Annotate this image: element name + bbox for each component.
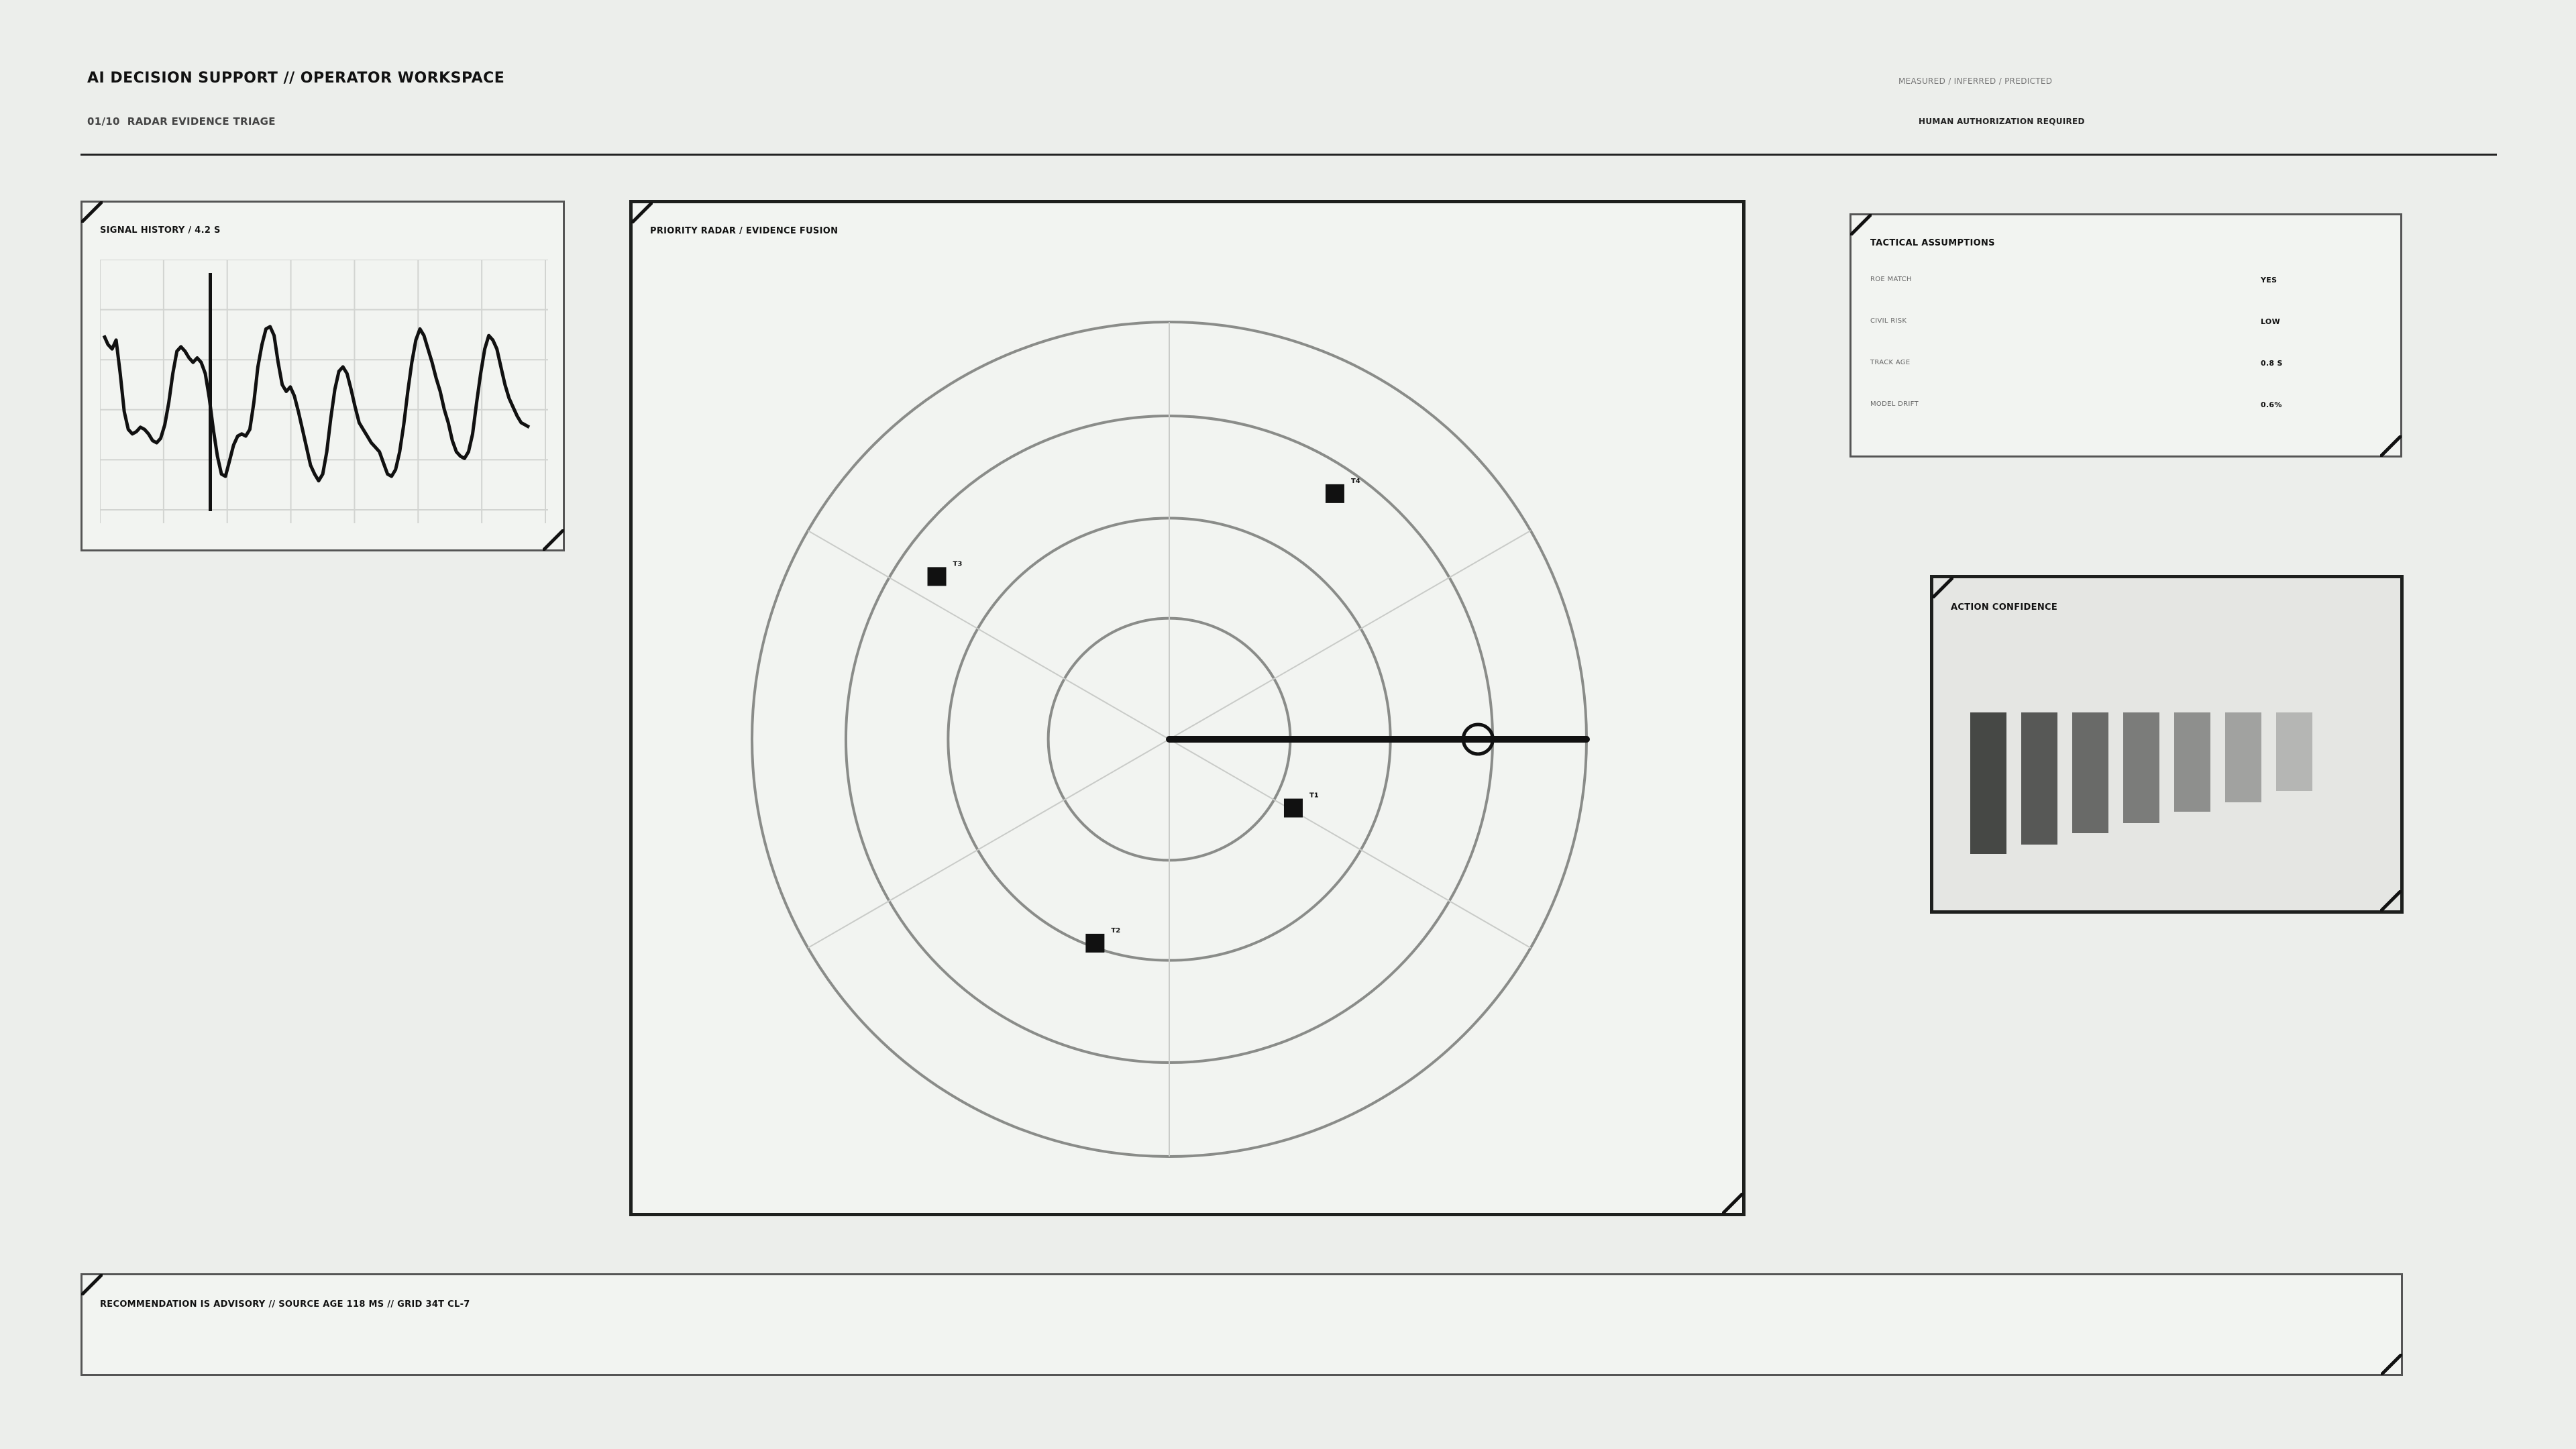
- corner-mark-icon: [1850, 214, 1872, 235]
- confidence-bar: [1970, 712, 2006, 854]
- assumption-label: ROE MATCH: [1870, 276, 1912, 283]
- assumption-value: LOW: [2261, 317, 2281, 326]
- confidence-bar: [2123, 712, 2159, 823]
- confidence-bar: [2021, 712, 2057, 845]
- confidence-bar: [2174, 712, 2210, 812]
- assumption-label: MODEL DRIFT: [1870, 400, 1919, 408]
- target-marker[interactable]: [1325, 484, 1344, 503]
- assumption-row: MODEL DRIFT 0.6%: [1851, 400, 2400, 427]
- assumption-row: CIVIL RISK LOW: [1851, 317, 2400, 344]
- assumption-label: TRACK AGE: [1870, 359, 1911, 366]
- signal-waveform: [102, 325, 531, 483]
- page-title: AI DECISION SUPPORT // OPERATOR WORKSPAC…: [87, 70, 505, 87]
- assumption-value: 0.8 S: [2261, 359, 2283, 368]
- target-label: T3: [953, 560, 963, 568]
- evidence-legend: MEASURED / INFERRED / PREDICTED: [1898, 76, 2053, 86]
- target-marker[interactable]: [1283, 798, 1303, 818]
- confidence-bar: [2276, 712, 2312, 791]
- assumption-value: YES: [2261, 276, 2277, 284]
- corner-mark-icon: [81, 1274, 103, 1295]
- corner-mark-icon: [1722, 1193, 1743, 1214]
- corner-mark-icon: [2380, 435, 2402, 457]
- step-indicator: 01/10 RADAR EVIDENCE TRIAGE: [87, 115, 276, 127]
- target-label: T1: [1309, 792, 1319, 800]
- step-label: RADAR EVIDENCE TRIAGE: [127, 115, 276, 127]
- priority-radar-panel: PRIORITY RADAR / EVIDENCE FUSION T1 T2 T3 T…: [629, 200, 1746, 1216]
- signal-history-chart: [100, 260, 548, 523]
- signal-history-title: SIGNAL HISTORY / 4.2 S: [100, 225, 221, 235]
- corner-mark-icon: [81, 201, 103, 223]
- tactical-assumptions-title: TACTICAL ASSUMPTIONS: [1870, 238, 1995, 248]
- action-confidence-panel: ACTION CONFIDENCE: [1930, 575, 2404, 914]
- confidence-bar: [2072, 712, 2108, 833]
- confidence-bar: [2225, 712, 2261, 802]
- target-label: T4: [1351, 478, 1360, 485]
- assumption-row: ROE MATCH YES: [1851, 276, 2400, 303]
- radar-scope[interactable]: T1 T2 T3 T4: [633, 203, 1742, 1213]
- corner-mark-icon: [2381, 1354, 2402, 1375]
- assumption-label: CIVIL RISK: [1870, 317, 1907, 325]
- advisory-footer-panel: RECOMMENDATION IS ADVISORY // SOURCE AGE…: [80, 1273, 2403, 1376]
- authorization-notice: HUMAN AUTHORIZATION REQUIRED: [1919, 117, 2085, 126]
- step-counter: 01/10: [87, 115, 120, 127]
- advisory-text: RECOMMENDATION IS ADVISORY // SOURCE AGE…: [100, 1299, 470, 1309]
- target-marker[interactable]: [1085, 933, 1105, 953]
- header-divider: [80, 154, 2497, 156]
- target-marker[interactable]: [927, 567, 947, 586]
- tactical-assumptions-panel: TACTICAL ASSUMPTIONS ROE MATCH YES CIVIL…: [1849, 213, 2402, 458]
- assumption-value: 0.6%: [2261, 400, 2282, 409]
- signal-grid: [100, 260, 548, 523]
- radar-targets: T1 T2 T3 T4: [927, 478, 1360, 953]
- confidence-bar-group: [1933, 578, 2400, 910]
- target-label: T2: [1111, 927, 1120, 934]
- assumption-row: TRACK AGE 0.8 S: [1851, 359, 2400, 386]
- corner-mark-icon: [2380, 890, 2402, 912]
- signal-history-panel: SIGNAL HISTORY / 4.2 S: [80, 201, 565, 551]
- corner-mark-icon: [543, 529, 564, 551]
